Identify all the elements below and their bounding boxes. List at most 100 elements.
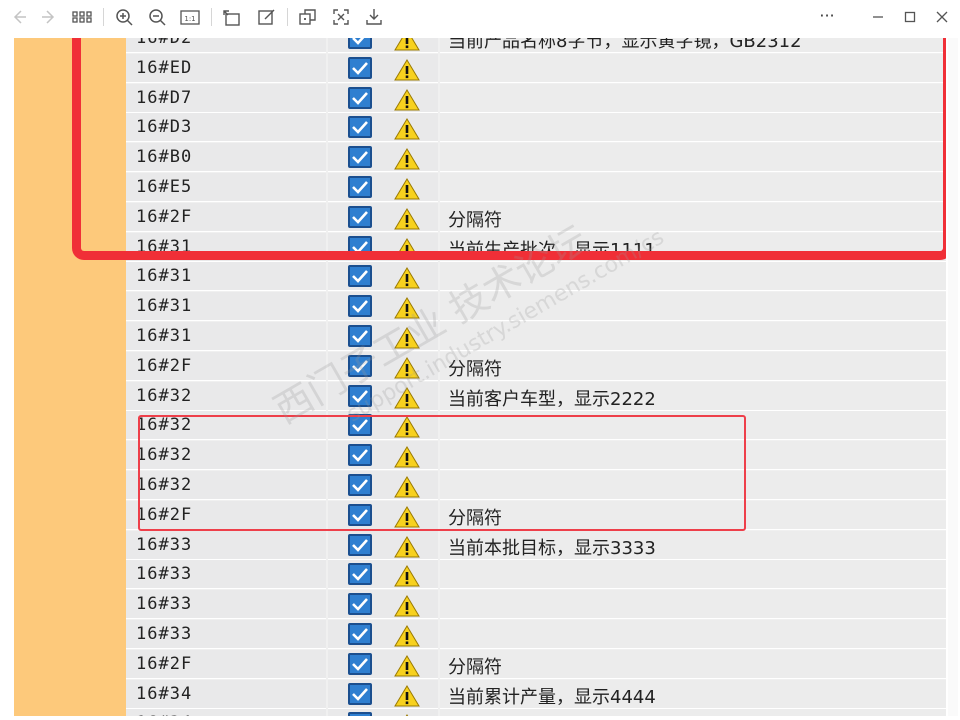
flag-cell: [328, 649, 438, 679]
warning-icon: [394, 386, 420, 409]
code-value: 16#33: [136, 624, 193, 644]
code-cell: 16#33: [126, 590, 326, 620]
zoom-out-icon[interactable]: [145, 5, 169, 29]
code-value: 16#33: [136, 534, 193, 555]
table-row: 16#33 当前本批目标，显示3333: [126, 530, 946, 560]
table-row: 16#33: [126, 560, 946, 590]
warning-icon: [394, 356, 420, 379]
code-cell: 16#2F: [126, 351, 326, 381]
comment-cell: [440, 292, 946, 322]
copy-icon[interactable]: [296, 5, 320, 29]
comment-text: 分隔符: [448, 656, 502, 678]
comment-cell: [440, 590, 946, 620]
rotate-icon[interactable]: [220, 5, 244, 29]
code-cell: 16#31: [126, 322, 326, 351]
code-cell: 16#33: [126, 620, 326, 649]
comment-cell: 当前累计产量，显示4444: [440, 679, 946, 709]
code-value: 16#34: [136, 713, 192, 716]
code-value: 16#31: [136, 326, 193, 346]
table-row: 16#34: [126, 709, 946, 716]
close-icon[interactable]: [930, 5, 954, 29]
table-row: 16#2F 分隔符: [126, 351, 946, 381]
table-row: 16#33: [126, 620, 946, 649]
code-value: 16#2F: [136, 355, 193, 376]
checkbox-checked-icon[interactable]: [348, 354, 372, 377]
flag-cell: [328, 709, 438, 716]
code-cell: 16#2F: [126, 649, 326, 679]
warning-icon: [394, 327, 420, 349]
actual-size-icon[interactable]: 1:1: [178, 5, 202, 29]
comment-text: 当前客户车型，显示2222: [448, 388, 656, 410]
checkbox-checked-icon[interactable]: [348, 712, 372, 716]
crop-icon[interactable]: [329, 5, 353, 29]
flag-cell: [328, 530, 438, 560]
code-cell: 16#31: [126, 262, 326, 292]
viewer-toolbar: 1:1 ···: [0, 0, 960, 34]
checkbox-checked-icon[interactable]: [348, 652, 372, 675]
table-row: 16#31: [126, 262, 946, 292]
checkbox-checked-icon[interactable]: [348, 325, 372, 347]
code-cell: 16#33: [126, 530, 326, 560]
code-value: 16#31: [136, 296, 193, 317]
warning-icon: [394, 535, 420, 558]
checkbox-checked-icon[interactable]: [348, 384, 372, 407]
back-icon[interactable]: [6, 5, 30, 29]
image-viewport: 16#D2 当前产品名称8字节，显示黄字镜，GB2312 16#ED 16#D7 16#…: [14, 38, 946, 716]
code-cell: 16#33: [126, 560, 326, 590]
flag-cell: [328, 322, 438, 351]
warning-icon: [394, 565, 420, 587]
code-value: 16#31: [136, 266, 193, 287]
flag-cell: [328, 620, 438, 649]
checkbox-checked-icon[interactable]: [348, 563, 372, 586]
table-row: 16#31: [126, 292, 946, 322]
code-cell: 16#34: [126, 709, 326, 716]
warning-icon: [394, 654, 420, 677]
maximize-icon[interactable]: [898, 5, 922, 29]
checkbox-checked-icon[interactable]: [348, 295, 372, 318]
checkbox-checked-icon[interactable]: [348, 682, 372, 705]
code-cell: 16#31: [126, 292, 326, 322]
warning-icon: [394, 595, 420, 617]
checkbox-checked-icon[interactable]: [348, 265, 372, 288]
warning-icon: [406, 714, 408, 716]
flag-cell: [328, 590, 438, 620]
flag-cell: [328, 262, 438, 292]
table-row: 16#31: [126, 322, 946, 351]
warning-icon: [394, 297, 420, 319]
checkbox-checked-icon[interactable]: [348, 593, 372, 616]
comment-cell: 分隔符: [440, 351, 946, 381]
svg-text:1:1: 1:1: [184, 15, 195, 23]
warning-icon: [394, 625, 420, 647]
checkbox-checked-icon[interactable]: [348, 533, 372, 556]
code-cell: 16#32: [126, 381, 326, 411]
thumbnails-icon[interactable]: [70, 5, 94, 29]
comment-cell: 当前本批目标，显示3333: [440, 530, 946, 560]
flag-cell: [328, 560, 438, 590]
scrollbar[interactable]: [948, 38, 958, 716]
comment-text: 当前累计产量，显示4444: [448, 686, 656, 708]
checkbox-checked-icon[interactable]: [348, 623, 372, 645]
zoom-in-icon[interactable]: [112, 5, 136, 29]
table-row: 16#32 当前客户车型，显示2222: [126, 381, 946, 411]
comment-cell: 分隔符: [440, 649, 946, 679]
comment-cell: [440, 560, 946, 590]
download-icon[interactable]: [362, 5, 386, 29]
code-value: 16#33: [136, 594, 193, 615]
comment-cell: [440, 620, 946, 649]
code-value: 16#33: [136, 564, 193, 585]
comment-cell: [440, 322, 946, 351]
code-value: 16#2F: [136, 653, 193, 674]
code-cell: 16#34: [126, 679, 326, 709]
edit-icon[interactable]: [254, 5, 278, 29]
comment-text: 当前本批目标，显示3333: [448, 537, 656, 559]
table-row: 16#33: [126, 590, 946, 620]
forward-icon[interactable]: [38, 5, 62, 29]
comment-text: 分隔符: [448, 358, 502, 380]
minimize-icon[interactable]: [866, 5, 890, 29]
warning-icon: [394, 684, 420, 707]
flag-cell: [328, 679, 438, 709]
red-annotation-box: [138, 415, 746, 531]
flag-cell: [328, 292, 438, 322]
comment-cell: [440, 709, 946, 716]
more-options-button[interactable]: ···: [815, 5, 839, 29]
